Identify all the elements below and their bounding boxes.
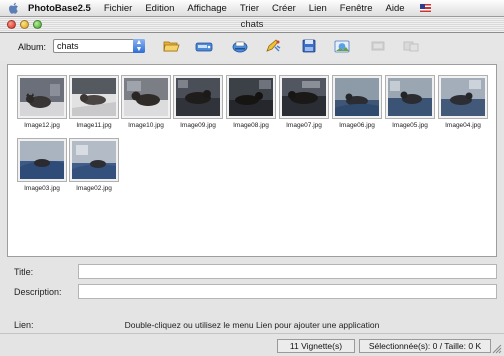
thumbnail-image[interactable] — [332, 75, 382, 119]
menu-fenetre[interactable]: Fenêtre — [340, 3, 373, 14]
toolbar: Album: chats ▲ ▼ — [0, 33, 504, 61]
status-bar: 11 Vignette(s) Sélectionnée(s): 0 / Tail… — [0, 333, 504, 356]
thumbnail-filename: Image08.jpg — [233, 122, 269, 129]
window-title: chats — [240, 19, 264, 30]
thumbnail[interactable]: Image10.jpg — [121, 75, 171, 135]
menu-lien[interactable]: Lien — [309, 3, 327, 14]
thumbnail[interactable]: Image02.jpg — [69, 138, 119, 198]
scanner-icon[interactable] — [195, 38, 213, 54]
disk-icon[interactable] — [300, 38, 318, 54]
thumbnail-image[interactable] — [121, 75, 171, 119]
folder-open-icon[interactable] — [162, 38, 180, 54]
thumbnail-filename: Image10.jpg — [128, 122, 164, 129]
image-icon[interactable] — [333, 38, 351, 54]
menu-affichage[interactable]: Affichage — [187, 3, 226, 14]
description-label: Description: — [14, 287, 62, 297]
album-select[interactable]: chats ▲ ▼ — [53, 39, 145, 53]
thumbnail-image[interactable] — [17, 138, 67, 182]
thumbnail-browser[interactable]: Image12.jpg Image11.jpg Image10.jpg Imag… — [7, 64, 497, 257]
title-label: Title: — [14, 267, 34, 277]
thumbnail-image[interactable] — [17, 75, 67, 119]
album-select-value: chats — [57, 41, 79, 51]
album-label: Album: — [18, 42, 47, 52]
thumbnail-image[interactable] — [438, 75, 488, 119]
apple-menu-icon[interactable] — [8, 2, 20, 15]
thumbnail-filename: Image07.jpg — [286, 122, 322, 129]
thumbnail[interactable]: Image07.jpg — [279, 75, 329, 135]
menu-fichier[interactable]: Fichier — [104, 3, 133, 14]
edit-tool-icon[interactable] — [264, 38, 282, 54]
thumbnail-image[interactable] — [226, 75, 276, 119]
window-title-bar[interactable]: chats — [0, 17, 504, 33]
menu-bar: PhotoBase2.5 Fichier Edition Affichage T… — [0, 0, 504, 17]
thumbnail-filename: Image05.jpg — [392, 122, 428, 129]
keyboard-layout-flag-icon[interactable] — [419, 4, 431, 12]
menu-aide[interactable]: Aide — [386, 3, 405, 14]
thumbnail[interactable]: Image11.jpg — [69, 75, 119, 135]
print-icon[interactable] — [231, 38, 249, 54]
menu-edition[interactable]: Edition — [145, 3, 174, 14]
selection-size: Sélectionnée(s): 0 / Taille: 0 K — [359, 339, 491, 353]
thumbnail-image[interactable] — [69, 75, 119, 119]
export-icon[interactable] — [402, 38, 420, 54]
thumbnail-image[interactable] — [173, 75, 223, 119]
thumbnail-filename: Image09.jpg — [180, 122, 216, 129]
thumbnail[interactable]: Image04.jpg — [438, 75, 488, 135]
thumbnail[interactable]: Image08.jpg — [226, 75, 276, 135]
lien-help-text[interactable]: Double-cliquez ou utilisez le menu Lien … — [0, 320, 504, 330]
thumbnail-image[interactable] — [69, 138, 119, 182]
thumbnail-filename: Image11.jpg — [76, 122, 112, 129]
menu-trier[interactable]: Trier — [240, 3, 259, 14]
slideshow-icon[interactable] — [369, 38, 387, 54]
menu-creer[interactable]: Créer — [272, 3, 296, 14]
thumbnail[interactable]: Image05.jpg — [385, 75, 435, 135]
thumbnail[interactable]: Image03.jpg — [17, 138, 67, 198]
menu-app-name[interactable]: PhotoBase2.5 — [28, 3, 91, 14]
thumbnail-filename: Image03.jpg — [24, 185, 60, 192]
thumbnail-filename: Image02.jpg — [76, 185, 112, 192]
thumbnail-image[interactable] — [279, 75, 329, 119]
select-arrows-icon: ▲ ▼ — [133, 39, 145, 53]
thumbnail-filename: Image04.jpg — [445, 122, 481, 129]
resize-grip-icon[interactable] — [492, 344, 502, 354]
title-field[interactable] — [78, 264, 497, 279]
thumbnail[interactable]: Image06.jpg — [332, 75, 382, 135]
thumbnail[interactable]: Image12.jpg — [17, 75, 67, 135]
thumbnail-filename: Image12.jpg — [24, 122, 60, 129]
description-field[interactable] — [78, 284, 497, 299]
thumbnail-count: 11 Vignette(s) — [277, 339, 355, 353]
thumbnail-image[interactable] — [385, 75, 435, 119]
thumbnail[interactable]: Image09.jpg — [173, 75, 223, 135]
thumbnail-filename: Image06.jpg — [339, 122, 375, 129]
